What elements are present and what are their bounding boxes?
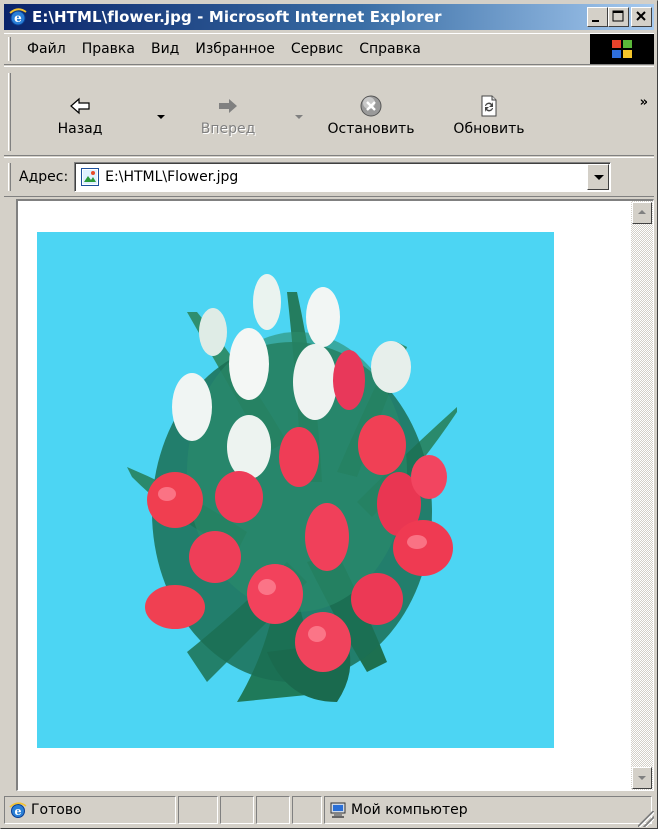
scroll-down-button[interactable] bbox=[632, 767, 652, 789]
standard-toolbar: Назад Вперед Остановить Обновить » bbox=[4, 66, 654, 156]
menu-edit[interactable]: Правка bbox=[74, 41, 143, 57]
page-viewport[interactable] bbox=[16, 199, 654, 791]
menu-favorites[interactable]: Избранное bbox=[187, 41, 283, 57]
browser-window: e E:\HTML\flower.jpg - Microsoft Interne… bbox=[0, 0, 658, 829]
windows-logo-icon bbox=[590, 34, 654, 64]
menu-help[interactable]: Справка bbox=[351, 41, 429, 57]
status-zone-pane: Мой компьютер bbox=[324, 796, 652, 824]
vertical-scrollbar[interactable] bbox=[631, 201, 653, 790]
refresh-button[interactable]: Обновить bbox=[440, 93, 538, 137]
stop-label: Остановить bbox=[327, 121, 415, 137]
my-computer-icon bbox=[329, 801, 347, 819]
flower-image bbox=[37, 232, 554, 748]
address-label: Адрес: bbox=[19, 169, 69, 185]
svg-text:e: e bbox=[15, 805, 22, 818]
address-input[interactable]: E:\HTML\Flower.jpg bbox=[74, 162, 612, 192]
refresh-label: Обновить bbox=[453, 121, 525, 137]
back-label: Назад bbox=[57, 121, 103, 137]
menu-bar: Файл Правка Вид Избранное Сервис Справка bbox=[4, 33, 654, 65]
image-file-icon bbox=[81, 168, 100, 186]
forward-label: Вперед bbox=[200, 121, 256, 137]
status-pane-4 bbox=[292, 796, 322, 824]
menu-tools[interactable]: Сервис bbox=[283, 41, 351, 57]
forward-dropdown-arrow bbox=[295, 115, 303, 119]
back-button[interactable]: Назад bbox=[44, 93, 116, 137]
resize-grip[interactable] bbox=[638, 811, 654, 827]
back-dropdown-arrow[interactable] bbox=[157, 115, 165, 119]
forward-arrow-icon bbox=[215, 93, 241, 119]
status-bar: e Готово Мой компьютер bbox=[4, 793, 654, 827]
window-controls bbox=[587, 7, 652, 27]
status-text-pane: e Готово bbox=[4, 796, 176, 824]
scroll-up-button[interactable] bbox=[632, 202, 652, 224]
maximize-button[interactable] bbox=[608, 7, 629, 27]
ie-logo-icon: e bbox=[9, 801, 27, 819]
maximize-icon bbox=[612, 10, 624, 22]
menu-grip[interactable] bbox=[8, 37, 11, 61]
forward-button[interactable]: Вперед bbox=[192, 93, 264, 137]
back-arrow-icon bbox=[67, 93, 93, 119]
ie-logo-icon: e bbox=[8, 7, 28, 27]
status-text: Готово bbox=[31, 802, 82, 818]
refresh-icon bbox=[476, 93, 502, 119]
minimize-button[interactable] bbox=[587, 7, 608, 27]
address-bar: Адрес: E:\HTML\Flower.jpg bbox=[4, 157, 654, 197]
menu-file[interactable]: Файл bbox=[19, 41, 74, 57]
address-grip[interactable] bbox=[8, 163, 11, 191]
toolbar-grip[interactable] bbox=[8, 73, 11, 151]
address-value: E:\HTML\Flower.jpg bbox=[105, 169, 239, 185]
window-title: E:\HTML\flower.jpg - Microsoft Internet … bbox=[32, 8, 442, 26]
stop-icon bbox=[358, 93, 384, 119]
stop-button[interactable]: Остановить bbox=[314, 93, 428, 137]
svg-text:e: e bbox=[14, 11, 22, 25]
close-icon bbox=[636, 11, 646, 21]
status-zone-text: Мой компьютер bbox=[351, 802, 468, 818]
menu-view[interactable]: Вид bbox=[143, 41, 187, 57]
status-pane-2 bbox=[220, 796, 254, 824]
tulip-bouquet-picture bbox=[127, 274, 457, 702]
status-pane-3 bbox=[256, 796, 290, 824]
title-bar[interactable]: e E:\HTML\flower.jpg - Microsoft Interne… bbox=[4, 4, 654, 30]
status-pane-progress bbox=[178, 796, 218, 824]
address-dropdown-button[interactable] bbox=[587, 164, 610, 190]
minimize-icon bbox=[592, 20, 599, 22]
close-button[interactable] bbox=[631, 7, 652, 27]
toolbar-overflow-chevron[interactable]: » bbox=[640, 95, 648, 110]
